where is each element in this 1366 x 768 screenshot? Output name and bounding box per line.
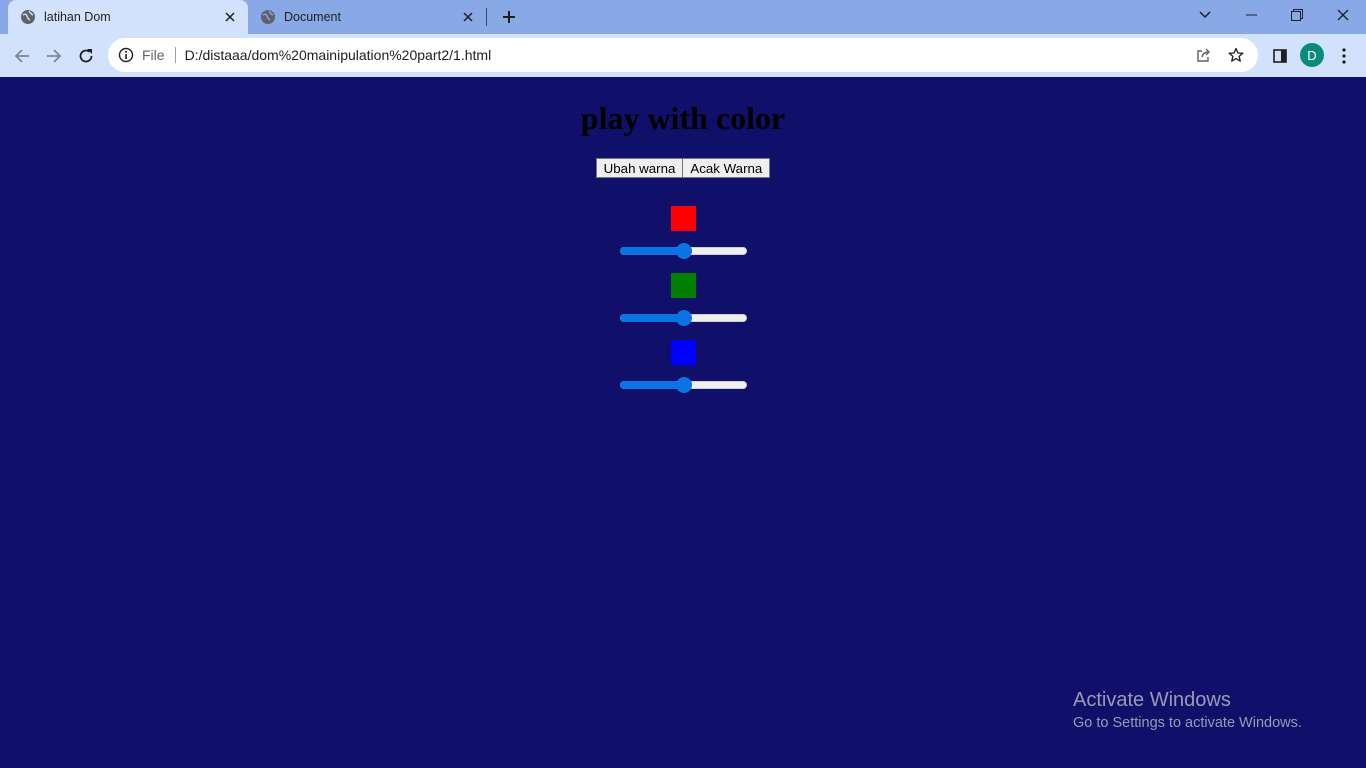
watermark-subtitle: Go to Settings to activate Windows. [1073, 715, 1302, 731]
plus-icon [503, 11, 515, 23]
browser-tab-strip: latihan Dom Document [0, 0, 1366, 34]
globe-icon [260, 9, 276, 25]
url-scheme-label: File [142, 47, 165, 63]
side-panel-button[interactable] [1266, 42, 1294, 70]
share-icon[interactable] [1194, 45, 1214, 65]
slider-fill [620, 247, 684, 255]
restore-icon [1291, 9, 1303, 21]
forward-button[interactable] [40, 42, 68, 70]
red-slider[interactable] [620, 243, 747, 259]
activate-windows-watermark: Activate Windows Go to Settings to activ… [1073, 689, 1302, 731]
arrow-left-icon [14, 49, 29, 63]
change-color-button[interactable]: Ubah warna [595, 158, 684, 178]
side-panel-icon [1273, 49, 1287, 63]
address-bar[interactable]: File D:/distaaa/dom%20mainipulation%20pa… [108, 38, 1258, 72]
slider-fill [620, 381, 684, 389]
reload-icon [79, 49, 93, 63]
tab-title: Document [284, 10, 341, 24]
restore-button[interactable] [1274, 0, 1320, 30]
button-row: Ubah warna Acak Warna [0, 158, 1366, 178]
page-title: play with color [580, 100, 786, 136]
new-tab-button[interactable] [498, 6, 520, 28]
tab-divider [486, 8, 487, 26]
info-icon[interactable] [118, 47, 134, 63]
browser-toolbar: File D:/distaaa/dom%20mainipulation%20pa… [0, 34, 1366, 77]
green-swatch [671, 273, 696, 298]
slider-thumb[interactable] [675, 377, 692, 393]
slider-fill [620, 314, 684, 322]
minimize-button[interactable] [1228, 0, 1274, 30]
page-content: play with color Ubah warna Acak Warna Ac… [0, 77, 1366, 768]
slider-thumb[interactable] [675, 243, 692, 259]
tab-document[interactable]: Document [248, 0, 486, 34]
red-swatch [671, 206, 696, 231]
reload-button[interactable] [72, 42, 100, 70]
profile-avatar[interactable]: D [1300, 43, 1324, 67]
chevron-down-icon [1199, 11, 1211, 19]
tab-search-button[interactable] [1182, 0, 1228, 30]
arrow-right-icon [47, 49, 62, 63]
back-button[interactable] [8, 42, 36, 70]
slider-thumb[interactable] [675, 310, 692, 326]
minimize-icon [1245, 14, 1257, 16]
blue-swatch [671, 340, 696, 365]
tab-title: latihan Dom [44, 10, 111, 24]
bookmark-star-icon[interactable] [1226, 45, 1246, 65]
url-text[interactable]: D:/distaaa/dom%20mainipulation%20part2/1… [185, 47, 1194, 63]
tab-latihan-dom[interactable]: latihan Dom [8, 0, 248, 34]
green-slider[interactable] [620, 310, 747, 326]
close-tab-icon[interactable] [458, 7, 478, 27]
kebab-menu-icon [1342, 48, 1346, 64]
close-window-button[interactable] [1320, 0, 1366, 30]
omnibox-divider [174, 47, 176, 63]
menu-button[interactable] [1330, 42, 1358, 70]
blue-slider[interactable] [620, 377, 747, 393]
watermark-title: Activate Windows [1073, 689, 1231, 711]
random-color-button[interactable]: Acak Warna [682, 158, 771, 178]
close-tab-icon[interactable] [220, 7, 240, 27]
close-icon [1337, 9, 1349, 21]
globe-icon [20, 9, 36, 25]
